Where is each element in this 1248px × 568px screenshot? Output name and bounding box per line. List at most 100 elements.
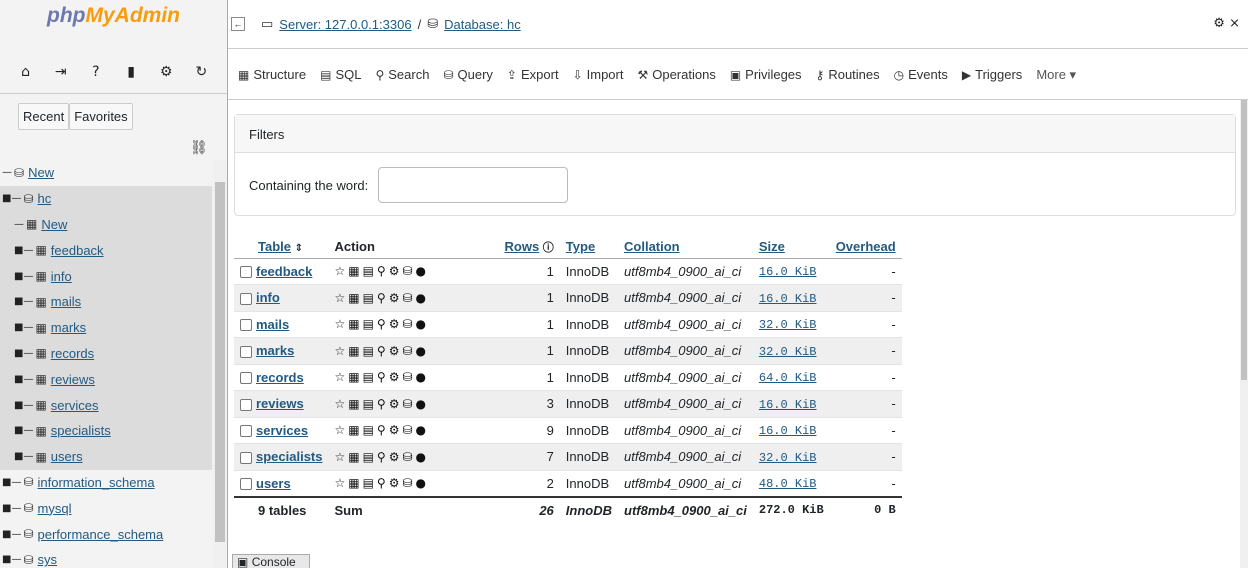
expand-node-icon[interactable]: ■— <box>2 477 21 488</box>
filter-input[interactable] <box>378 167 569 203</box>
row-actions[interactable]: ☆▦▤⚲⚙⛁● <box>328 337 499 365</box>
expand-node-icon[interactable]: ■— <box>14 451 33 462</box>
expand-node-icon[interactable]: — <box>2 167 12 178</box>
tree-item-label[interactable]: sys <box>38 552 58 567</box>
table-name-link[interactable]: reviews <box>256 396 304 411</box>
expand-node-icon[interactable]: ■— <box>14 348 33 359</box>
row-size-link[interactable]: 32.0 KiB <box>759 451 817 465</box>
expand-node-icon[interactable]: ■— <box>14 425 33 436</box>
row-size-link[interactable]: 48.0 KiB <box>759 477 817 491</box>
row-checkbox[interactable] <box>240 398 252 411</box>
close-icon[interactable]: ⨯ <box>1229 16 1240 31</box>
expand-node-icon[interactable]: ■— <box>14 374 33 385</box>
tree-item[interactable]: ■— ▦ records <box>0 340 212 367</box>
row-actions[interactable]: ☆▦▤⚲⚙⛁● <box>328 311 499 338</box>
row-size-link[interactable]: 16.0 KiB <box>759 424 817 438</box>
tree-item[interactable]: ■— ⛁ information_schema <box>0 470 212 496</box>
tree-item-label[interactable]: performance_schema <box>38 527 164 542</box>
tree-item-label[interactable]: services <box>51 398 99 413</box>
row-checkbox[interactable] <box>240 292 252 305</box>
header-table[interactable]: Table ⇕ <box>234 236 329 259</box>
header-size[interactable]: Size <box>752 236 830 259</box>
phpmyadmin-logo[interactable]: phpMyAdmin <box>0 0 227 50</box>
tree-item-label[interactable]: users <box>51 449 83 464</box>
link-icon[interactable]: ⛓ <box>190 140 208 156</box>
sidebar-scrollbar[interactable] <box>213 160 227 568</box>
tab-search[interactable]: ⚲ Search <box>375 67 429 82</box>
sidebar-scrollbar-thumb[interactable] <box>215 182 225 542</box>
row-size-link[interactable]: 32.0 KiB <box>759 318 817 332</box>
tree-item[interactable]: ■— ▦ reviews <box>0 366 212 393</box>
row-actions[interactable]: ☆▦▤⚲⚙⛁● <box>328 390 499 418</box>
table-name-link[interactable]: feedback <box>256 264 312 279</box>
row-checkbox[interactable] <box>240 372 252 385</box>
tab-import[interactable]: ⇩ Import <box>573 67 624 82</box>
tree-item-label[interactable]: specialists <box>51 423 111 438</box>
main-scrollbar[interactable] <box>1240 100 1248 568</box>
settings-icon[interactable]: ⚙ <box>155 64 177 80</box>
tab-events[interactable]: ◷ Events <box>894 67 948 82</box>
row-actions[interactable]: ☆▦▤⚲⚙⛁● <box>328 258 499 285</box>
tree-item[interactable]: ■— ⛁ mysql <box>0 495 212 521</box>
row-checkbox[interactable] <box>240 319 252 332</box>
help-icon[interactable]: ? <box>85 64 107 80</box>
row-checkbox[interactable] <box>240 425 252 438</box>
tree-item-label[interactable]: marks <box>51 320 86 335</box>
tree-item[interactable]: — ▦ New <box>0 211 212 238</box>
sort-icon[interactable]: ⇕ <box>295 243 303 254</box>
console-tab[interactable]: ▣ Console <box>232 554 310 568</box>
tab-operations[interactable]: ⚒ Operations <box>637 67 715 82</box>
header-rows[interactable]: Rows ⓘ <box>498 236 560 259</box>
row-checkbox[interactable] <box>240 451 252 464</box>
expand-node-icon[interactable]: ■— <box>14 400 33 411</box>
help-icon[interactable]: ⓘ <box>543 241 554 254</box>
expand-node-icon[interactable]: ■— <box>2 503 21 514</box>
breadcrumb-database[interactable]: Database: hc <box>444 17 521 32</box>
row-size-link[interactable]: 32.0 KiB <box>759 345 817 359</box>
tree-item-label[interactable]: New <box>41 217 67 232</box>
tree-item[interactable]: ■— ⛁ sys <box>0 547 212 568</box>
header-overhead[interactable]: Overhead <box>829 236 902 259</box>
tree-item[interactable]: ■— ▦ specialists <box>0 417 212 444</box>
row-size-link[interactable]: 16.0 KiB <box>759 265 817 279</box>
expand-node-icon[interactable]: ■— <box>14 271 33 282</box>
tree-item[interactable]: ■— ▦ users <box>0 443 212 470</box>
expand-node-icon[interactable]: ■— <box>14 322 33 333</box>
table-name-link[interactable]: specialists <box>256 449 323 464</box>
tree-item-label[interactable]: feedback <box>51 243 104 258</box>
tree-item-label[interactable]: hc <box>38 191 52 206</box>
table-name-link[interactable]: services <box>256 423 308 438</box>
tree-item[interactable]: ■— ▦ services <box>0 392 212 418</box>
tab-privileges[interactable]: ▣ Privileges <box>730 67 802 82</box>
tree-item-label[interactable]: mails <box>51 294 81 309</box>
tab-query[interactable]: ⛁ Query <box>443 67 492 82</box>
tree-item[interactable]: — ⛁ New <box>0 160 212 186</box>
header-collation[interactable]: Collation <box>618 236 753 259</box>
row-size-link[interactable]: 16.0 KiB <box>759 398 817 412</box>
row-actions[interactable]: ☆▦▤⚲⚙⛁● <box>328 443 499 471</box>
tree-item-label[interactable]: New <box>28 165 54 180</box>
table-name-link[interactable]: marks <box>256 343 294 358</box>
reload-icon[interactable]: ↻ <box>190 64 212 80</box>
row-actions[interactable]: ☆▦▤⚲⚙⛁● <box>328 470 499 497</box>
tree-item-label[interactable]: information_schema <box>38 475 155 490</box>
row-actions[interactable]: ☆▦▤⚲⚙⛁● <box>328 417 499 444</box>
docs-icon[interactable]: ▮ <box>120 64 142 80</box>
expand-node-icon[interactable]: ■— <box>2 554 21 565</box>
favorites-button[interactable]: Favorites <box>69 103 133 130</box>
main-scrollbar-thumb[interactable] <box>1241 100 1247 380</box>
tree-item[interactable]: ■— ▦ feedback <box>0 237 212 264</box>
table-name-link[interactable]: records <box>256 370 304 385</box>
breadcrumb-server[interactable]: Server: 127.0.0.1:3306 <box>279 17 411 32</box>
recent-button[interactable]: Recent <box>18 103 70 130</box>
table-name-link[interactable]: info <box>256 290 280 305</box>
collapse-icon[interactable]: ← <box>231 17 245 31</box>
tree-item[interactable]: ■— ▦ mails <box>0 288 212 315</box>
expand-node-icon[interactable]: ■— <box>14 245 33 256</box>
table-name-link[interactable]: users <box>256 476 291 491</box>
tree-item-label[interactable]: mysql <box>38 501 72 516</box>
row-checkbox[interactable] <box>240 266 252 279</box>
collapse-node-icon[interactable]: ■— <box>2 193 21 204</box>
tree-item-label[interactable]: info <box>51 269 72 284</box>
expand-node-icon[interactable]: ■— <box>2 529 21 540</box>
